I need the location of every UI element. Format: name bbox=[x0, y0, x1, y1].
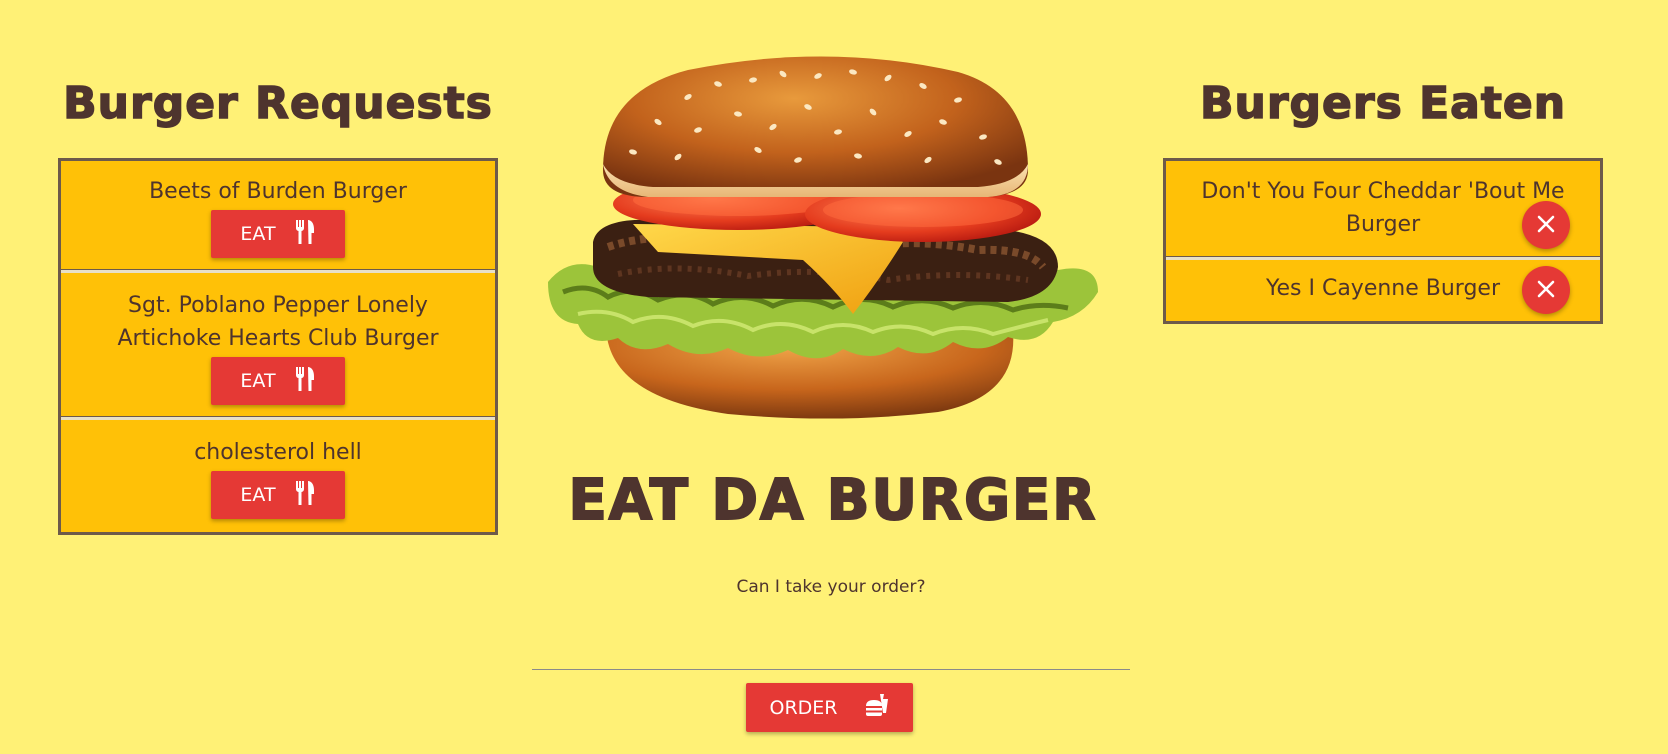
burger-requests-title: Burger Requests bbox=[62, 77, 493, 130]
burgers-eaten-list: Don't You Four Cheddar 'Bout Me Burger Y… bbox=[1163, 158, 1603, 324]
utensils-icon bbox=[294, 219, 316, 250]
utensils-icon bbox=[294, 480, 316, 511]
order-input[interactable] bbox=[532, 630, 1130, 670]
eat-button[interactable]: EAT bbox=[211, 210, 345, 258]
delete-button[interactable] bbox=[1522, 266, 1570, 314]
eat-button[interactable]: EAT bbox=[211, 471, 345, 519]
request-item-name: Beets of Burden Burger bbox=[149, 179, 407, 204]
request-item: Beets of Burden Burger EAT bbox=[61, 175, 495, 258]
burger-requests-list: Beets of Burden Burger EAT Sgt. Poblano … bbox=[58, 158, 498, 535]
delete-button[interactable] bbox=[1522, 201, 1570, 249]
burgers-eaten-title: Burgers Eaten bbox=[1199, 77, 1567, 130]
request-item-name: cholesterol hell bbox=[194, 440, 362, 465]
eat-button-label: EAT bbox=[240, 370, 276, 392]
close-icon bbox=[1537, 280, 1555, 301]
eaten-item: Yes I Cayenne Burger bbox=[1166, 257, 1600, 321]
eat-button-label: EAT bbox=[240, 484, 276, 506]
burger-image bbox=[538, 52, 1128, 422]
request-item: cholesterol hell EAT bbox=[61, 417, 495, 519]
order-button[interactable]: ORDER bbox=[746, 683, 913, 732]
request-item-name: Sgt. Poblano Pepper Lonely Artichoke Hea… bbox=[117, 293, 439, 351]
close-icon bbox=[1537, 215, 1555, 236]
eaten-item: Don't You Four Cheddar 'Bout Me Burger bbox=[1166, 175, 1600, 257]
page-title: EAT DA BURGER bbox=[568, 467, 1098, 534]
fastfood-icon bbox=[864, 692, 890, 723]
eat-button-label: EAT bbox=[240, 223, 276, 245]
eat-button[interactable]: EAT bbox=[211, 357, 345, 405]
order-button-label: ORDER bbox=[769, 696, 838, 719]
order-field-label: Can I take your order? bbox=[736, 577, 926, 597]
utensils-icon bbox=[294, 366, 316, 397]
request-item: Sgt. Poblano Pepper Lonely Artichoke Hea… bbox=[61, 270, 495, 405]
